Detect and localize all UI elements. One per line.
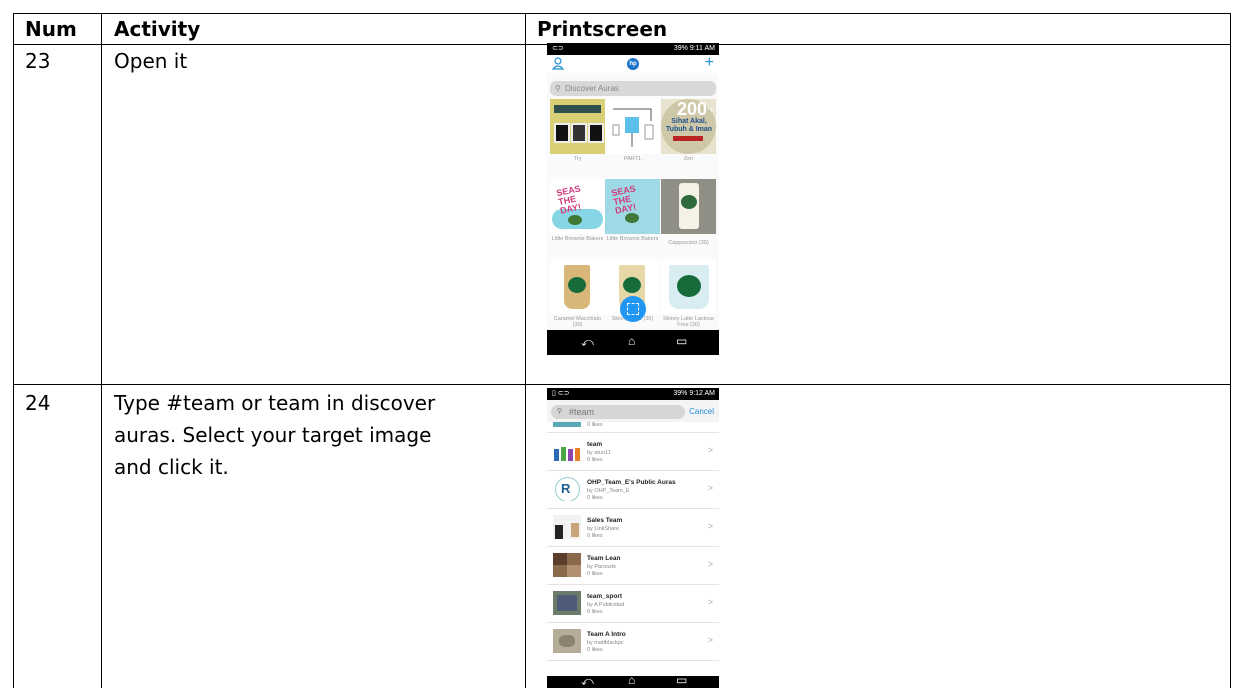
scan-fab-button[interactable] (620, 296, 646, 322)
search-header: ⚲ #team Cancel (547, 400, 719, 422)
aura-caption: PART1 (623, 156, 642, 162)
recents-icon[interactable]: ▭ (676, 334, 687, 348)
hp-logo-icon: hp (627, 58, 639, 70)
aura-tile-try[interactable] (550, 99, 605, 154)
aura-tile-little-brownie-1[interactable]: SEAS THE DAY! (550, 179, 605, 234)
header-num: Num (25, 17, 77, 41)
status-bar: ▯ ⊂⊃ 39% 9:12 AM (547, 388, 719, 400)
aura-caption: Caramel Macchiato (30) (553, 316, 602, 328)
chevron-right-icon: > (707, 597, 713, 607)
aura-caption: Zen (683, 156, 694, 162)
home-icon[interactable]: ⌂ (628, 673, 635, 687)
row-23-activity: Open it (114, 49, 188, 73)
diagram-image (612, 108, 654, 147)
aura-tile-zen[interactable]: 200 Tip Sihat Akal, Tubuh & Iman (661, 99, 716, 154)
screenshot-search-team: ▯ ⊂⊃ 39% 9:12 AM ⚲ #team Cancel 0 likes … (547, 388, 719, 688)
list-item[interactable]: team_sport by A Publicidad 0 likes > (547, 585, 719, 623)
row-24-activity-line-1: Type #team or team in discover (114, 391, 436, 415)
aura-caption: Try (573, 156, 582, 162)
notification-icon: ⊂⊃ (552, 45, 564, 52)
search-icon: ⚲ (557, 408, 563, 415)
aura-tile-little-brownie-2[interactable]: SEAS THE DAY! (605, 179, 660, 234)
list-item[interactable]: 0 likes (547, 422, 719, 433)
list-item[interactable]: Team Lean by Paroozle 0 likes > (547, 547, 719, 585)
search-icon: ⚲ (555, 84, 561, 93)
aura-tile-caramel-macchiato[interactable] (550, 259, 605, 314)
aura-tile-cappuccino[interactable] (661, 179, 716, 234)
intro-image (553, 629, 581, 653)
row-23-num: 23 (25, 49, 51, 73)
people-image (553, 439, 581, 463)
chevron-right-icon: > (707, 445, 713, 455)
notification-icon: ▯ ⊂⊃ (552, 390, 570, 397)
discover-search-input[interactable]: ⚲ Discover Auras (550, 81, 716, 96)
chevron-right-icon: > (707, 521, 713, 531)
aura-caption: Little Brownie Bakers (551, 236, 604, 242)
scan-icon (627, 303, 639, 315)
status-battery-time: 39% 9:12 AM (673, 390, 715, 397)
status-bar: ⊂⊃ 39% 9:11 AM (547, 43, 719, 55)
back-icon[interactable]: ⤺ (581, 674, 594, 688)
header-activity: Activity (114, 17, 201, 41)
aura-tile-skinny-latte-lf[interactable] (661, 259, 716, 314)
cancel-button[interactable]: Cancel (689, 407, 714, 416)
aura-caption: Skinny Latte Lactose Free (30) (662, 316, 715, 328)
search-input[interactable]: ⚲ #team (551, 405, 685, 419)
list-item[interactable]: Team A Intro by mattblackpc 0 likes > (547, 623, 719, 661)
add-icon[interactable]: + (705, 54, 714, 72)
chevron-right-icon: > (707, 483, 713, 493)
row-24-activity-line-2: auras. Select your target image (114, 423, 432, 447)
aura-caption: Cappuccino (30) (668, 240, 709, 246)
chevron-right-icon: > (707, 635, 713, 645)
list-item[interactable]: team by atun11 0 likes > (547, 433, 719, 471)
row-24-activity-line-3: and click it. (114, 455, 229, 479)
aura-caption: Little Brownie Bakers (606, 236, 659, 242)
chevron-right-icon: > (707, 559, 713, 569)
sport-image (553, 591, 581, 615)
aura-tile-part1[interactable] (605, 99, 660, 154)
android-nav-bar: ⤺ ⌂ ▭ (547, 330, 719, 355)
sales-image (553, 515, 581, 539)
list-item[interactable]: Sales Team by LinkShare 0 likes > (547, 509, 719, 547)
profile-icon[interactable] (552, 57, 564, 70)
screenshot-discover-auras: ⊂⊃ 39% 9:11 AM hp + ⚲ Discover Auras Try… (547, 43, 719, 355)
android-nav-bar: ⤺ ⌂ ▭ (547, 673, 719, 688)
header-printscreen: Printscreen (537, 17, 668, 41)
collage-image (553, 553, 581, 577)
app-header: hp + (547, 54, 719, 73)
back-icon[interactable]: ⤺ (581, 335, 594, 350)
row-24-num: 24 (25, 391, 51, 415)
list-item[interactable]: R OHP_Team_E's Public Auras by OHP_Team_… (547, 471, 719, 509)
home-icon[interactable]: ⌂ (628, 334, 635, 348)
recents-icon[interactable]: ▭ (676, 673, 687, 687)
r-logo-image: R (553, 477, 581, 501)
